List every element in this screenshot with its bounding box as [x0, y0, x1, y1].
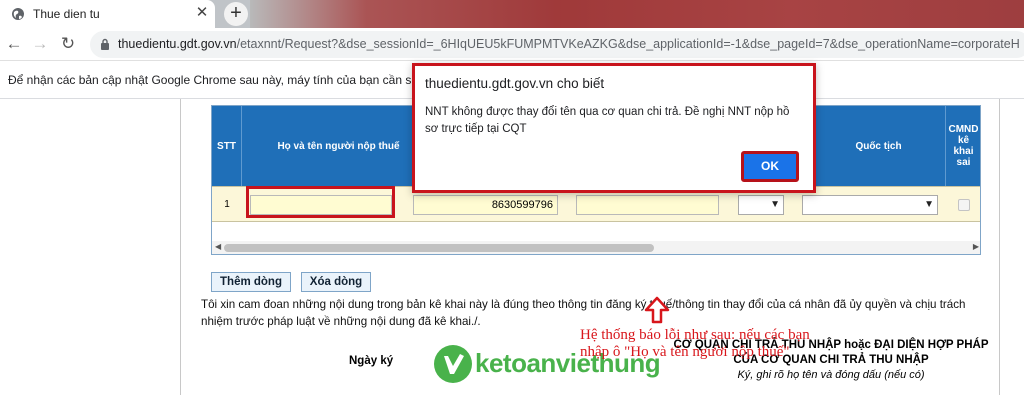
scroll-right-icon[interactable]: ▶	[973, 242, 979, 251]
annotation-text: Hệ thống báo lỗi như sau: nếu các bạn nh…	[580, 327, 810, 360]
tab-strip: Thue dien tu ✕ +	[0, 0, 1024, 28]
row-input-4[interactable]	[576, 195, 719, 215]
url-host: thuedientu.gdt.gov.vn	[118, 37, 237, 51]
up-arrow-icon	[644, 296, 670, 324]
header-cmnd: CMND kê khai sai	[946, 106, 980, 186]
lock-icon	[101, 38, 109, 50]
url-path: /etaxnnt/Request?&dse_sessionId=_6HIqUEU…	[236, 37, 1020, 51]
cmnd-checkbox[interactable]	[958, 199, 970, 211]
dialog-message: NNT không được thay đổi tên qua cơ quan …	[425, 106, 790, 135]
address-bar[interactable]: thuedientu.gdt.gov.vn/etaxnnt/Request?&d…	[90, 31, 1024, 58]
infobar-text: Để nhận các bản cập nhật Google Chrome s…	[8, 73, 430, 87]
ok-button[interactable]: OK	[741, 151, 799, 182]
tab-strip-background	[250, 0, 1024, 28]
scroll-left-icon[interactable]: ◀	[215, 242, 221, 251]
chevron-down-icon: ▼	[924, 199, 934, 210]
scrollbar-thumb[interactable]	[224, 244, 654, 252]
tax-code-input[interactable]: 8630599796	[413, 195, 558, 215]
highlight-name-input	[246, 186, 395, 218]
signer-note: Ký, ghi rõ họ tên và đóng dấu (nếu có)	[737, 369, 925, 381]
header-nationality: Quốc tịch	[812, 106, 946, 186]
logo-icon	[434, 345, 472, 383]
row-select-5[interactable]: ▼	[738, 195, 784, 215]
delete-row-button[interactable]: Xóa dòng	[301, 272, 371, 292]
forward-arrow-icon[interactable]: →	[30, 34, 50, 54]
nationality-select[interactable]: ▼	[802, 195, 938, 215]
sign-date-label: Ngày ký	[349, 355, 394, 367]
globe-icon	[12, 8, 24, 20]
row-stt: 1	[224, 199, 230, 210]
dialog-title: thuedientu.gdt.gov.vn cho biết	[425, 76, 605, 91]
tab-title: Thue dien tu	[33, 7, 100, 21]
browser-tab[interactable]: Thue dien tu ✕	[0, 0, 215, 28]
chevron-down-icon: ▼	[770, 199, 780, 210]
browser-toolbar: ← → ↻ thuedientu.gdt.gov.vn/etaxnnt/Requ…	[0, 28, 1024, 61]
declaration-text: Tôi xin cam đoan những nội dung trong bả…	[201, 298, 966, 328]
alert-dialog: thuedientu.gdt.gov.vn cho biết NNT không…	[412, 63, 816, 193]
add-row-button[interactable]: Thêm dòng	[211, 272, 291, 292]
new-tab-button[interactable]: +	[224, 2, 248, 26]
horizontal-scrollbar[interactable]: ◀ ▶	[212, 241, 980, 254]
reload-icon[interactable]: ↻	[58, 34, 78, 54]
close-icon[interactable]: ✕	[194, 5, 210, 21]
header-name: Họ và tên người nộp thuế	[242, 106, 436, 186]
header-stt: STT	[212, 106, 242, 186]
back-arrow-icon[interactable]: ←	[4, 34, 24, 54]
url-text[interactable]: thuedientu.gdt.gov.vn/etaxnnt/Request?&d…	[118, 37, 1020, 51]
